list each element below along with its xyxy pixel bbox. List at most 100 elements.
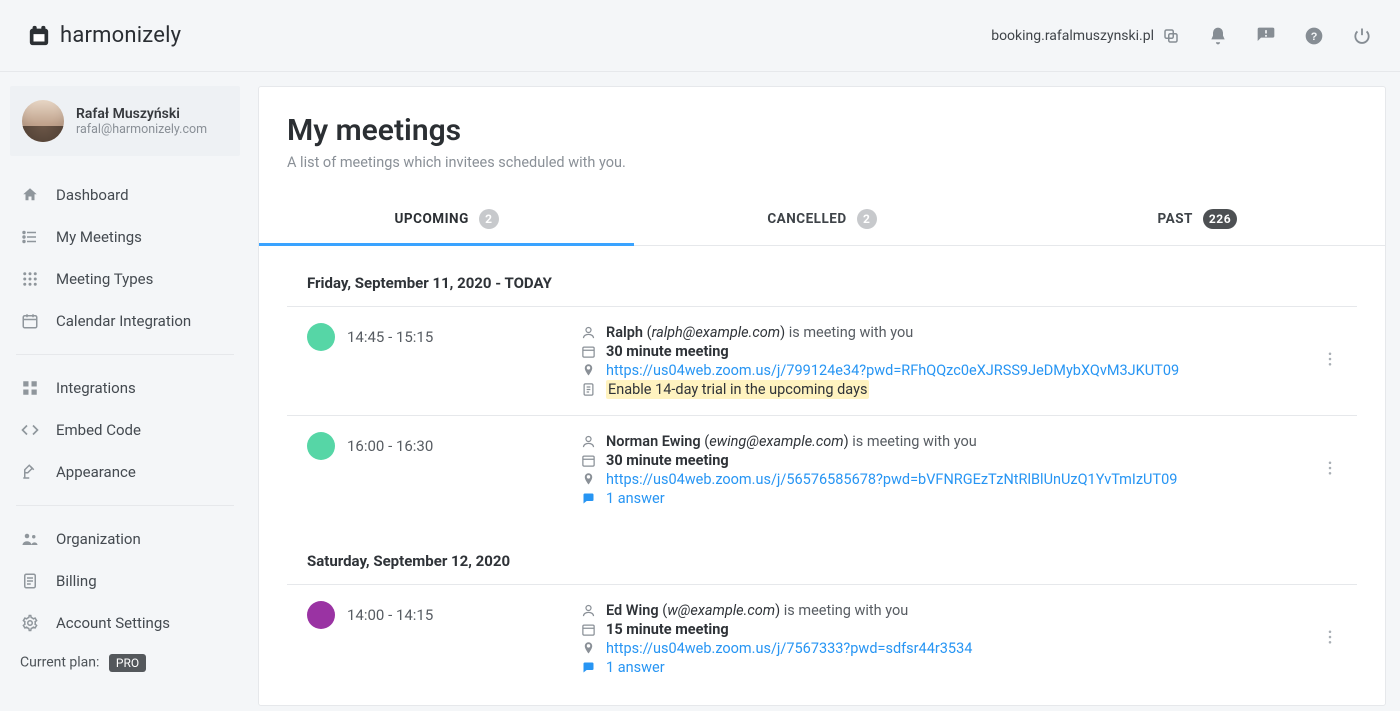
sidebar-item-calendar-integration[interactable]: Calendar Integration bbox=[10, 300, 240, 342]
meeting-answers-row: 1 answer bbox=[580, 489, 1293, 508]
sidebar-item-label: Meeting Types bbox=[56, 270, 153, 288]
booking-url[interactable]: booking.rafalmuszynski.pl bbox=[991, 27, 1180, 45]
meeting-type: 30 minute meeting bbox=[606, 343, 729, 360]
code-icon bbox=[20, 421, 40, 439]
page-subtitle: A list of meetings which invitees schedu… bbox=[287, 154, 1357, 171]
sidebar-item-label: Calendar Integration bbox=[56, 312, 191, 330]
meeting-time: 16:00 - 16:30 bbox=[347, 437, 433, 455]
meeting-details: Ralph (ralph@example.com) is meeting wit… bbox=[580, 323, 1293, 399]
sidebar-item-label: Appearance bbox=[56, 463, 136, 481]
meeting-time-col: 16:00 - 16:30 bbox=[307, 432, 562, 460]
person-icon bbox=[580, 603, 596, 618]
plan-badge: PRO bbox=[109, 654, 146, 672]
sidebar-item-billing[interactable]: Billing bbox=[10, 560, 240, 602]
sidebar-item-organization[interactable]: Organization bbox=[10, 518, 240, 560]
nav-separator bbox=[16, 505, 234, 506]
list-icon bbox=[20, 228, 40, 246]
svg-text:?: ? bbox=[1311, 31, 1318, 43]
meeting-type-row: 30 minute meeting bbox=[580, 451, 1293, 470]
meeting-answers[interactable]: 1 answer bbox=[606, 659, 665, 676]
feedback-icon[interactable] bbox=[1256, 26, 1276, 46]
tab-label: UPCOMING bbox=[395, 211, 469, 227]
tab-count: 2 bbox=[479, 209, 499, 229]
meeting-time-col: 14:45 - 15:15 bbox=[307, 323, 562, 351]
group-title: Saturday, September 12, 2020 bbox=[287, 524, 1357, 584]
meeting-details: Norman Ewing (ewing@example.com) is meet… bbox=[580, 432, 1293, 508]
header-actions: booking.rafalmuszynski.pl ? bbox=[991, 26, 1372, 46]
calendar-icon bbox=[20, 312, 40, 330]
meeting-note: Enable 14-day trial in the upcoming days bbox=[606, 381, 869, 398]
tab-cancelled[interactable]: CANCELLED 2 bbox=[634, 191, 1009, 245]
meeting-type: 30 minute meeting bbox=[606, 452, 729, 469]
answers-icon bbox=[580, 491, 596, 506]
sidebar-item-dashboard[interactable]: Dashboard bbox=[10, 174, 240, 216]
receipt-icon bbox=[20, 572, 40, 590]
meeting-person: Ralph (ralph@example.com) is meeting wit… bbox=[606, 324, 913, 341]
meeting-link-row: https://us04web.zoom.us/j/7567333?pwd=sd… bbox=[580, 639, 1293, 658]
sidebar-item-embed-code[interactable]: Embed Code bbox=[10, 409, 240, 451]
tabs: UPCOMING 2 CANCELLED 2 PAST 226 bbox=[259, 191, 1385, 246]
people-icon bbox=[20, 530, 40, 548]
meeting-link[interactable]: https://us04web.zoom.us/j/799124e34?pwd=… bbox=[606, 362, 1179, 379]
power-icon[interactable] bbox=[1352, 26, 1372, 46]
app-header: harmonizely booking.rafalmuszynski.pl ? bbox=[0, 0, 1400, 72]
sidebar-item-account-settings[interactable]: Account Settings bbox=[10, 602, 240, 644]
sidebar-item-integrations[interactable]: Integrations bbox=[10, 367, 240, 409]
sidebar: Rafał Muszyński rafal@harmonizely.com Da… bbox=[0, 72, 250, 692]
tab-count: 2 bbox=[857, 209, 877, 229]
meeting-link-row: https://us04web.zoom.us/j/799124e34?pwd=… bbox=[580, 361, 1293, 380]
meeting-person: Norman Ewing (ewing@example.com) is meet… bbox=[606, 433, 977, 450]
brand[interactable]: harmonizely bbox=[28, 23, 181, 48]
meeting-link[interactable]: https://us04web.zoom.us/j/56576585678?pw… bbox=[606, 471, 1177, 488]
sidebar-item-meeting-types[interactable]: Meeting Types bbox=[10, 258, 240, 300]
tab-past[interactable]: PAST 226 bbox=[1010, 191, 1385, 245]
calendar-icon bbox=[580, 453, 596, 468]
meeting-more-button[interactable] bbox=[1311, 453, 1349, 487]
color-dot bbox=[307, 601, 335, 629]
color-dot bbox=[307, 432, 335, 460]
main-panel: My meetings A list of meetings which inv… bbox=[258, 86, 1386, 706]
grid-icon bbox=[20, 270, 40, 288]
sidebar-item-label: Account Settings bbox=[56, 614, 170, 632]
location-icon bbox=[580, 472, 596, 487]
sidebar-item-my-meetings[interactable]: My Meetings bbox=[10, 216, 240, 258]
meeting-link[interactable]: https://us04web.zoom.us/j/7567333?pwd=sd… bbox=[606, 640, 972, 657]
nav-separator bbox=[16, 354, 234, 355]
calendar-icon bbox=[580, 344, 596, 359]
copy-icon[interactable] bbox=[1162, 27, 1180, 45]
user-name: Rafał Muszyński bbox=[76, 106, 207, 122]
person-icon bbox=[580, 325, 596, 340]
apps-icon bbox=[20, 379, 40, 397]
home-icon bbox=[20, 186, 40, 204]
sidebar-nav: Dashboard My Meetings Meeting Types Cale… bbox=[10, 174, 240, 644]
meeting-more-button[interactable] bbox=[1311, 344, 1349, 378]
sidebar-item-label: Billing bbox=[56, 572, 97, 590]
help-icon[interactable]: ? bbox=[1304, 26, 1324, 46]
note-icon bbox=[580, 382, 596, 397]
user-card[interactable]: Rafał Muszyński rafal@harmonizely.com bbox=[10, 86, 240, 156]
sidebar-item-label: Embed Code bbox=[56, 421, 141, 439]
meeting-time: 14:45 - 15:15 bbox=[347, 328, 433, 346]
tab-upcoming[interactable]: UPCOMING 2 bbox=[259, 191, 634, 245]
meeting-row: 14:00 - 14:15 Ed Wing (w@example.com) is … bbox=[287, 584, 1357, 693]
avatar bbox=[22, 100, 64, 142]
location-icon bbox=[580, 641, 596, 656]
tab-count: 226 bbox=[1203, 209, 1237, 229]
meeting-more-button[interactable] bbox=[1311, 622, 1349, 656]
meeting-groups: Friday, September 11, 2020 - TODAY 14:45 … bbox=[287, 246, 1357, 693]
meeting-time-col: 14:00 - 14:15 bbox=[307, 601, 562, 629]
meeting-person-row: Ralph (ralph@example.com) is meeting wit… bbox=[580, 323, 1293, 342]
bell-icon[interactable] bbox=[1208, 26, 1228, 46]
group-title: Friday, September 11, 2020 - TODAY bbox=[287, 246, 1357, 306]
meeting-person-row: Ed Wing (w@example.com) is meeting with … bbox=[580, 601, 1293, 620]
sidebar-item-label: Organization bbox=[56, 530, 141, 548]
answers-icon bbox=[580, 660, 596, 675]
location-icon bbox=[580, 363, 596, 378]
current-plan: Current plan: PRO bbox=[10, 644, 240, 672]
sidebar-item-label: My Meetings bbox=[56, 228, 142, 246]
sidebar-item-appearance[interactable]: Appearance bbox=[10, 451, 240, 493]
sidebar-item-label: Dashboard bbox=[56, 186, 129, 204]
sidebar-item-label: Integrations bbox=[56, 379, 136, 397]
meeting-answers[interactable]: 1 answer bbox=[606, 490, 665, 507]
booking-url-text: booking.rafalmuszynski.pl bbox=[991, 28, 1154, 44]
